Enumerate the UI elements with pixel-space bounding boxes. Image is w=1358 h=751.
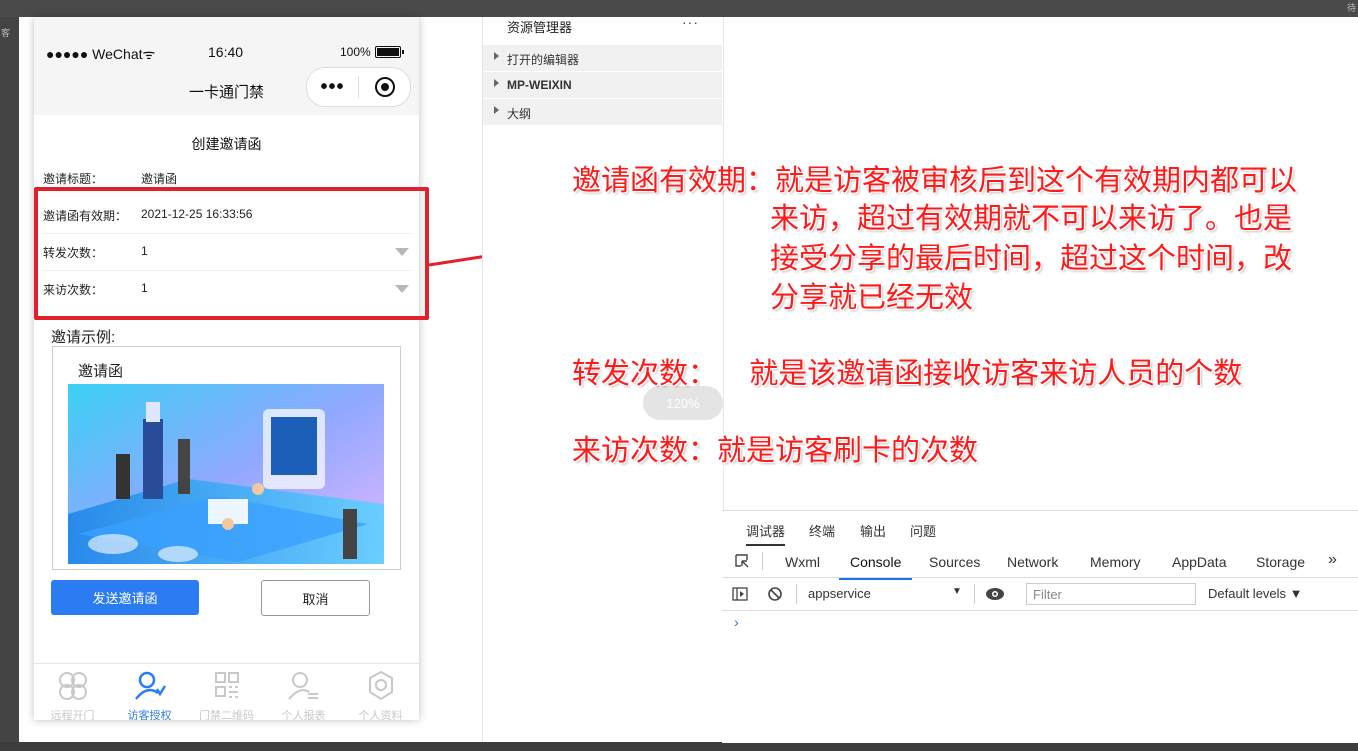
tab-profile[interactable]: 个人资料 bbox=[342, 664, 419, 720]
console-toolbar: appservice ▼ Filter Default levels ▼ bbox=[722, 578, 1358, 611]
visitor-check-icon bbox=[135, 671, 167, 700]
section-open-editors[interactable]: 打开的编辑器 bbox=[483, 44, 722, 71]
tab-wxml[interactable]: Wxml bbox=[785, 554, 820, 570]
annotation-validity-line3: 接受分享的最后时间，超过这个时间，改 bbox=[770, 243, 1293, 275]
annotation-validity-line2: 来访，超过有效期就不可以来访了。也是 bbox=[770, 203, 1293, 235]
tab-network[interactable]: Network bbox=[1007, 554, 1058, 570]
tab-label: 访客授权 bbox=[127, 710, 172, 720]
wifi-icon: ᯤ bbox=[142, 46, 156, 62]
console-prompt[interactable]: › bbox=[734, 614, 739, 630]
context-select[interactable]: appservice bbox=[808, 586, 871, 601]
chevron-right-icon bbox=[494, 106, 499, 114]
log-levels-select[interactable]: Default levels ▼ bbox=[1208, 586, 1303, 601]
devtools-tabs: Wxml Console Sources Network Memory AppD… bbox=[722, 545, 1358, 580]
tab-console[interactable]: Console bbox=[838, 554, 913, 580]
battery-status: 100% bbox=[340, 45, 404, 59]
tab-terminal[interactable]: 终端 bbox=[809, 521, 835, 540]
more-tabs-icon[interactable]: » bbox=[1328, 551, 1337, 569]
tab-memory[interactable]: Memory bbox=[1090, 554, 1141, 570]
row-value: 邀请函 bbox=[141, 172, 178, 186]
tab-output[interactable]: 输出 bbox=[860, 521, 886, 540]
tab-storage[interactable]: Storage bbox=[1256, 554, 1305, 570]
tab-label: 远程开门 bbox=[50, 710, 95, 720]
close-target-button[interactable] bbox=[359, 77, 410, 97]
toolbar-divider bbox=[796, 584, 797, 604]
form-title: 创建邀请函 bbox=[191, 136, 262, 152]
toolbar-divider bbox=[974, 584, 975, 604]
tab-divider bbox=[762, 552, 763, 570]
carrier-text: ●●●●● WeChatᯤ bbox=[46, 46, 156, 62]
miniprogram-capsule: ••• bbox=[306, 67, 411, 107]
row-label: 邀请标题： bbox=[43, 172, 104, 186]
tab-visitor-auth[interactable]: 访客授权 bbox=[111, 664, 188, 720]
chevron-right-icon bbox=[494, 79, 499, 87]
tab-appdata[interactable]: AppData bbox=[1172, 554, 1226, 570]
window-left-strip bbox=[0, 17, 19, 751]
status-time: 16:40 bbox=[208, 44, 244, 60]
tab-problems[interactable]: 问题 bbox=[910, 521, 936, 540]
window-top-strip bbox=[0, 0, 1358, 17]
side-label: 客 bbox=[1, 29, 11, 39]
devtools-top-tabs: 调试器 终端 输出 问题 bbox=[722, 511, 1358, 546]
invitation-illustration bbox=[68, 384, 384, 564]
qrcode-icon bbox=[215, 672, 239, 698]
tab-label: 个人报表 bbox=[281, 710, 326, 720]
tab-label: 个人资料 bbox=[358, 710, 403, 720]
section-mp-weixin[interactable]: MP-WEIXIN bbox=[483, 71, 722, 98]
section-outline[interactable]: 大纲 bbox=[483, 98, 722, 125]
annotation-visits: 来访次数：就是访客刷卡的次数 bbox=[572, 435, 979, 467]
filter-input[interactable]: Filter bbox=[1026, 583, 1196, 605]
example-card: 邀请函 bbox=[52, 346, 401, 570]
more-icon[interactable]: ··· bbox=[682, 14, 699, 30]
highlight-box bbox=[34, 187, 429, 320]
dropdown-arrow-icon[interactable]: ▼ bbox=[952, 586, 962, 597]
example-label: 邀请示例: bbox=[51, 329, 116, 346]
send-invitation-button[interactable]: 发送邀请函 bbox=[51, 580, 199, 615]
clear-console-icon[interactable] bbox=[767, 586, 783, 602]
annotation-validity-line4: 分享就已经无效 bbox=[770, 282, 974, 314]
gear-icon bbox=[369, 670, 393, 701]
tab-report[interactable]: 个人报表 bbox=[265, 664, 342, 720]
clover-icon bbox=[59, 672, 87, 700]
status-bar: ●●●●● WeChatᯤ 16:40 100% 一卡通门禁 ••• bbox=[34, 17, 419, 115]
tab-qrcode[interactable]: 门禁二维码 bbox=[188, 664, 265, 720]
explorer-title: 资源管理器 bbox=[507, 20, 573, 35]
tab-bar: 远程开门 访客授权 门禁二维码 个人报表 个人资料 bbox=[34, 663, 419, 720]
inspect-element-icon[interactable] bbox=[734, 553, 750, 569]
person-report-icon bbox=[288, 672, 318, 700]
annotation-forward: 转发次数： 就是该邀请函接收访客来访人员的个数 bbox=[572, 358, 1243, 390]
devtools-panel: 调试器 终端 输出 问题 Wxml Console Sources Networ… bbox=[722, 510, 1358, 743]
window-bottom-strip bbox=[0, 742, 1358, 751]
tab-sources[interactable]: Sources bbox=[929, 554, 980, 570]
eye-icon[interactable] bbox=[985, 587, 1005, 601]
cancel-button[interactable]: 取消 bbox=[261, 580, 370, 616]
annotation-validity-line1: 邀请函有效期：就是访客被审核后到这个有效期内都可以 bbox=[572, 165, 1298, 197]
card-title: 邀请函 bbox=[78, 363, 124, 380]
tab-label: 门禁二维码 bbox=[199, 710, 254, 720]
more-dots-icon[interactable]: ••• bbox=[307, 76, 358, 99]
tab-remote-open[interactable]: 远程开门 bbox=[34, 664, 111, 720]
phone-simulator: ●●●●● WeChatᯤ 16:40 100% 一卡通门禁 ••• 创建邀请函… bbox=[34, 17, 419, 720]
right-label: 待 bbox=[1346, 4, 1356, 14]
chevron-right-icon bbox=[494, 52, 499, 60]
tab-debugger[interactable]: 调试器 bbox=[746, 521, 786, 546]
target-icon bbox=[374, 77, 395, 97]
sidebar-toggle-icon[interactable] bbox=[732, 586, 748, 602]
battery-icon bbox=[374, 46, 404, 58]
